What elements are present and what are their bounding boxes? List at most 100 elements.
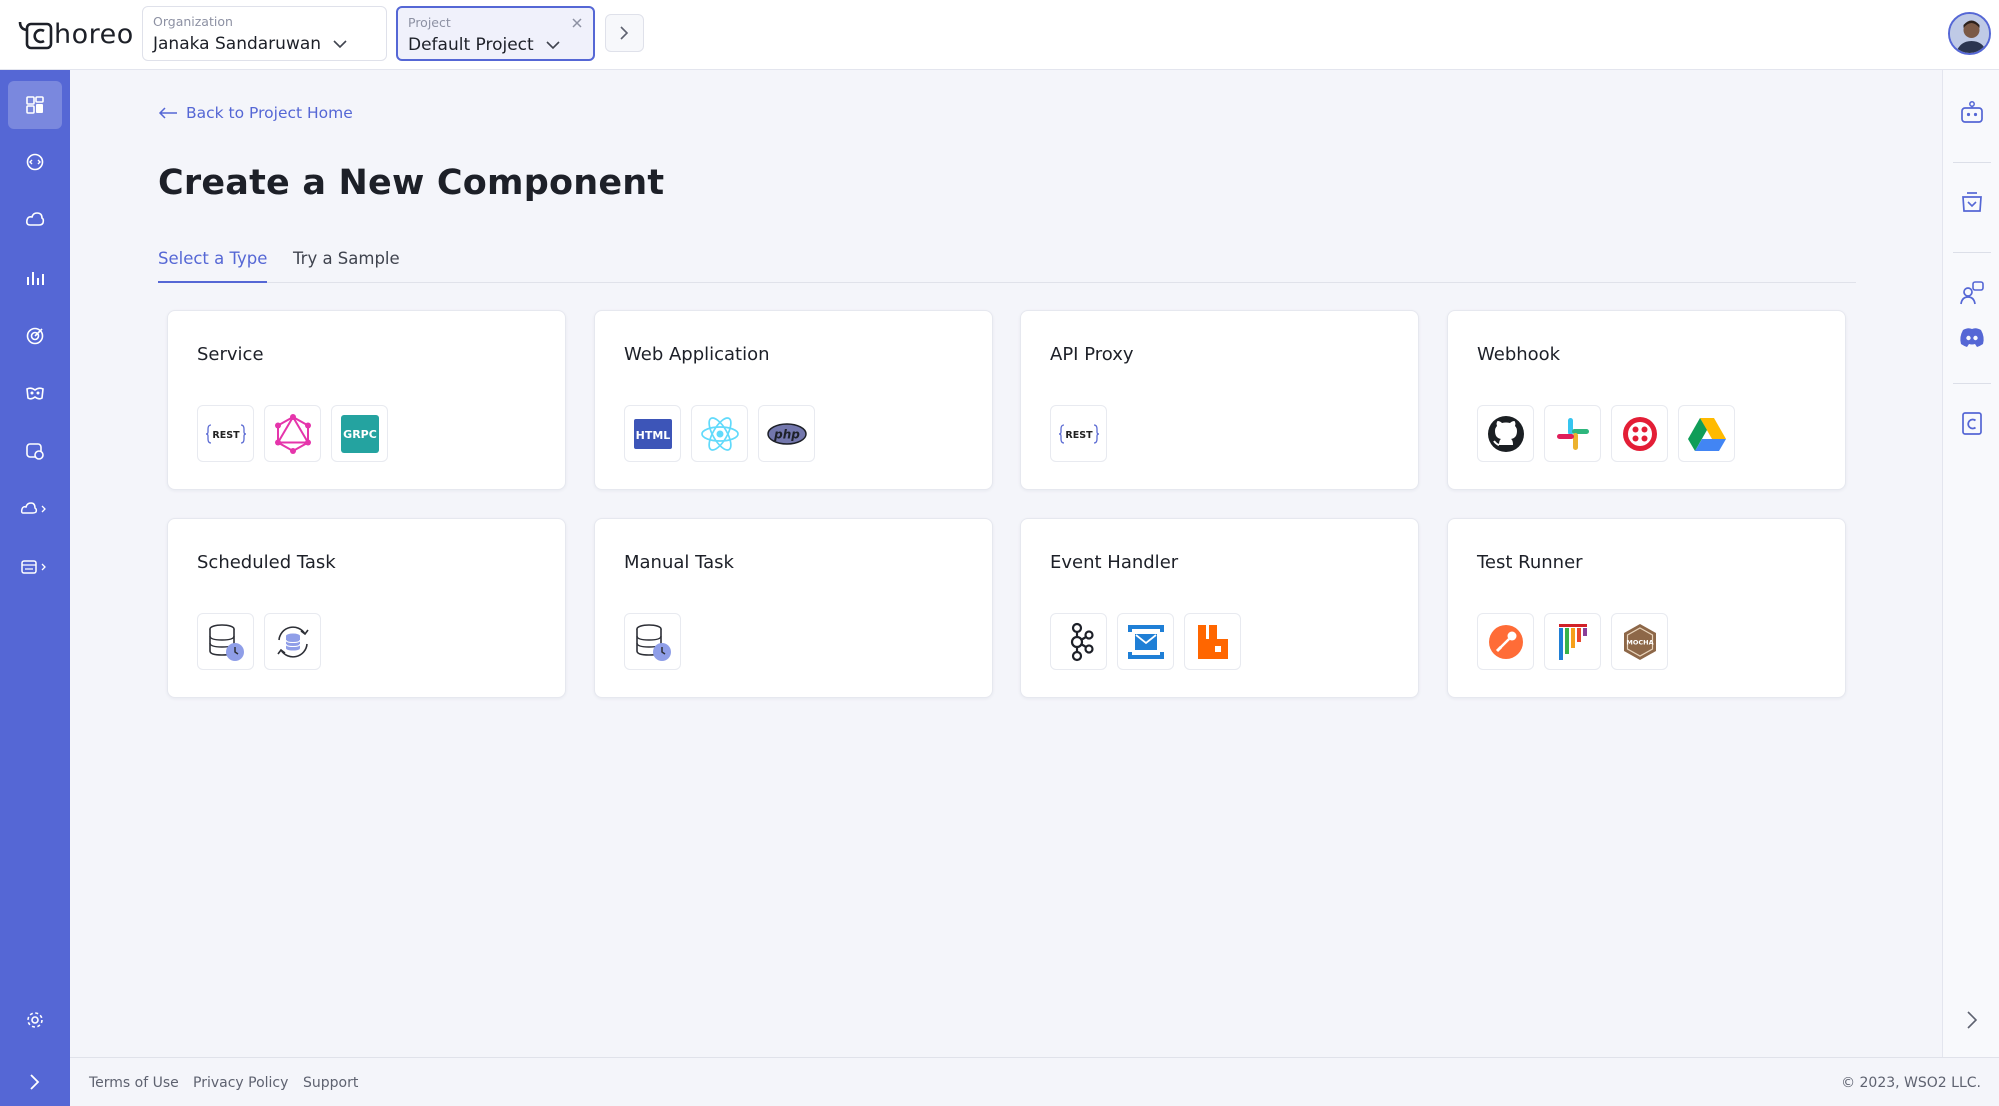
- nav-manage[interactable]: [8, 370, 62, 418]
- rest-icon: REST: [1050, 405, 1107, 462]
- brand-name: horeo: [54, 18, 134, 50]
- kafka-icon: [1050, 613, 1107, 670]
- postman-icon: [1477, 613, 1534, 670]
- tab-select-type[interactable]: Select a Type: [158, 246, 268, 283]
- organization-label: Organization: [153, 14, 233, 29]
- svg-text:REST: REST: [1065, 430, 1093, 441]
- nav-settings[interactable]: [8, 996, 62, 1044]
- organization-selector[interactable]: Organization Janaka Sandaruwan: [142, 6, 387, 61]
- card-event-handler[interactable]: Event Handler: [1020, 518, 1419, 698]
- component-tabs: Select a Type Try a Sample: [158, 246, 1856, 283]
- overview-icon: [26, 96, 44, 114]
- page-title: Create a New Component: [158, 163, 665, 203]
- card-api-proxy[interactable]: API Proxy REST: [1020, 310, 1419, 490]
- svg-text:GRPC: GRPC: [343, 428, 377, 441]
- top-bar: horeo Organization Janaka Sandaruwan Pro…: [0, 0, 1999, 70]
- marketplace-button[interactable]: [1955, 185, 1989, 219]
- nav-develop[interactable]: [8, 138, 62, 186]
- graphql-icon: [264, 405, 321, 462]
- expand-sidebar-button[interactable]: [0, 1057, 70, 1106]
- expand-right-panel-button[interactable]: [1955, 1003, 1989, 1037]
- card-webhook[interactable]: Webhook: [1447, 310, 1846, 490]
- arrow-left-icon: [158, 107, 177, 119]
- nav-observe[interactable]: [8, 254, 62, 302]
- grpc-icon: GRPC: [331, 405, 388, 462]
- nav-devops[interactable]: [8, 543, 62, 591]
- api-chat-button[interactable]: [1955, 95, 1989, 129]
- card-web-application[interactable]: Web Application HTML php: [594, 310, 993, 490]
- docs-icon: [1962, 412, 1982, 435]
- dependencies-icon: [20, 502, 46, 514]
- card-scheduled-task[interactable]: Scheduled Task: [167, 518, 566, 698]
- nav-deploy[interactable]: [8, 196, 62, 244]
- deploy-icon: [26, 212, 45, 226]
- slack-icon: [1544, 405, 1601, 462]
- user-avatar-icon: [1950, 14, 1989, 53]
- right-sidebar: [1942, 70, 1999, 1057]
- chevron-down-icon: [333, 39, 347, 48]
- mocha-icon: MOCHA: [1611, 613, 1668, 670]
- react-icon: [691, 405, 748, 462]
- html-icon: HTML: [624, 405, 681, 462]
- observe-icon: [27, 272, 44, 285]
- left-sidebar: [0, 70, 70, 1106]
- twilio-icon: [1611, 405, 1668, 462]
- project-selector[interactable]: Project Default Project: [396, 6, 595, 61]
- back-link-label: Back to Project Home: [186, 104, 353, 122]
- card-title: Scheduled Task: [197, 552, 336, 573]
- card-test-runner[interactable]: Test Runner MOCHA: [1447, 518, 1846, 698]
- php-icon: php: [758, 405, 815, 462]
- logo-mark-icon: [18, 21, 53, 50]
- nav-test[interactable]: [8, 312, 62, 360]
- card-title: Event Handler: [1050, 552, 1179, 573]
- card-title: Manual Task: [624, 552, 734, 573]
- jmeter-icon: [1544, 613, 1601, 670]
- next-level-button[interactable]: [605, 14, 644, 52]
- marketplace-icon: [1962, 192, 1982, 212]
- nav-dependencies[interactable]: [8, 485, 62, 533]
- terms-of-use-link[interactable]: Terms of Use: [89, 1075, 179, 1091]
- nav-settings-component[interactable]: [8, 427, 62, 475]
- chevron-right-icon: [1967, 1011, 1977, 1029]
- develop-icon: [26, 153, 44, 171]
- privacy-policy-link[interactable]: Privacy Policy: [193, 1075, 288, 1091]
- docs-button[interactable]: [1955, 406, 1989, 440]
- svg-text:HTML: HTML: [635, 429, 670, 442]
- discord-icon: [1960, 328, 1984, 347]
- chevron-down-icon: [546, 40, 560, 49]
- api-chat-icon: [1961, 101, 1983, 123]
- copyright-text: © 2023, WSO2 LLC.: [1841, 1075, 1981, 1091]
- support-chat-button[interactable]: [1955, 276, 1989, 310]
- chevron-right-icon: [30, 1073, 40, 1090]
- settings-icon: [27, 1012, 43, 1028]
- rest-icon: REST: [197, 405, 254, 462]
- rabbitmq-icon: [1184, 613, 1241, 670]
- close-icon[interactable]: [571, 17, 583, 29]
- back-to-project-link[interactable]: Back to Project Home: [158, 104, 353, 122]
- chevron-right-icon: [620, 26, 629, 40]
- organization-value: Janaka Sandaruwan: [153, 34, 322, 54]
- right-nav-divider: [1953, 383, 1991, 384]
- card-title: Service: [197, 344, 264, 365]
- card-service[interactable]: Service REST GRPC: [167, 310, 566, 490]
- card-title: Webhook: [1477, 344, 1561, 365]
- github-icon: [1477, 405, 1534, 462]
- tab-try-sample[interactable]: Try a Sample: [293, 246, 400, 283]
- database-clock-icon: [624, 613, 681, 670]
- database-clock-icon: [197, 613, 254, 670]
- discord-button[interactable]: [1955, 320, 1989, 354]
- devops-icon: [21, 560, 46, 574]
- project-label: Project: [408, 15, 451, 30]
- card-manual-task[interactable]: Manual Task: [594, 518, 993, 698]
- choreo-logo[interactable]: horeo: [16, 14, 134, 54]
- card-title: Test Runner: [1477, 552, 1583, 573]
- google-drive-icon: [1678, 405, 1735, 462]
- support-link[interactable]: Support: [303, 1075, 358, 1091]
- nav-overview[interactable]: [8, 81, 62, 129]
- svg-text:php: php: [773, 427, 800, 441]
- user-avatar[interactable]: [1948, 12, 1991, 55]
- support-chat-icon: [1960, 281, 1984, 305]
- project-value: Default Project: [408, 35, 534, 55]
- settings-component-icon: [26, 443, 44, 460]
- azure-service-bus-icon: [1117, 613, 1174, 670]
